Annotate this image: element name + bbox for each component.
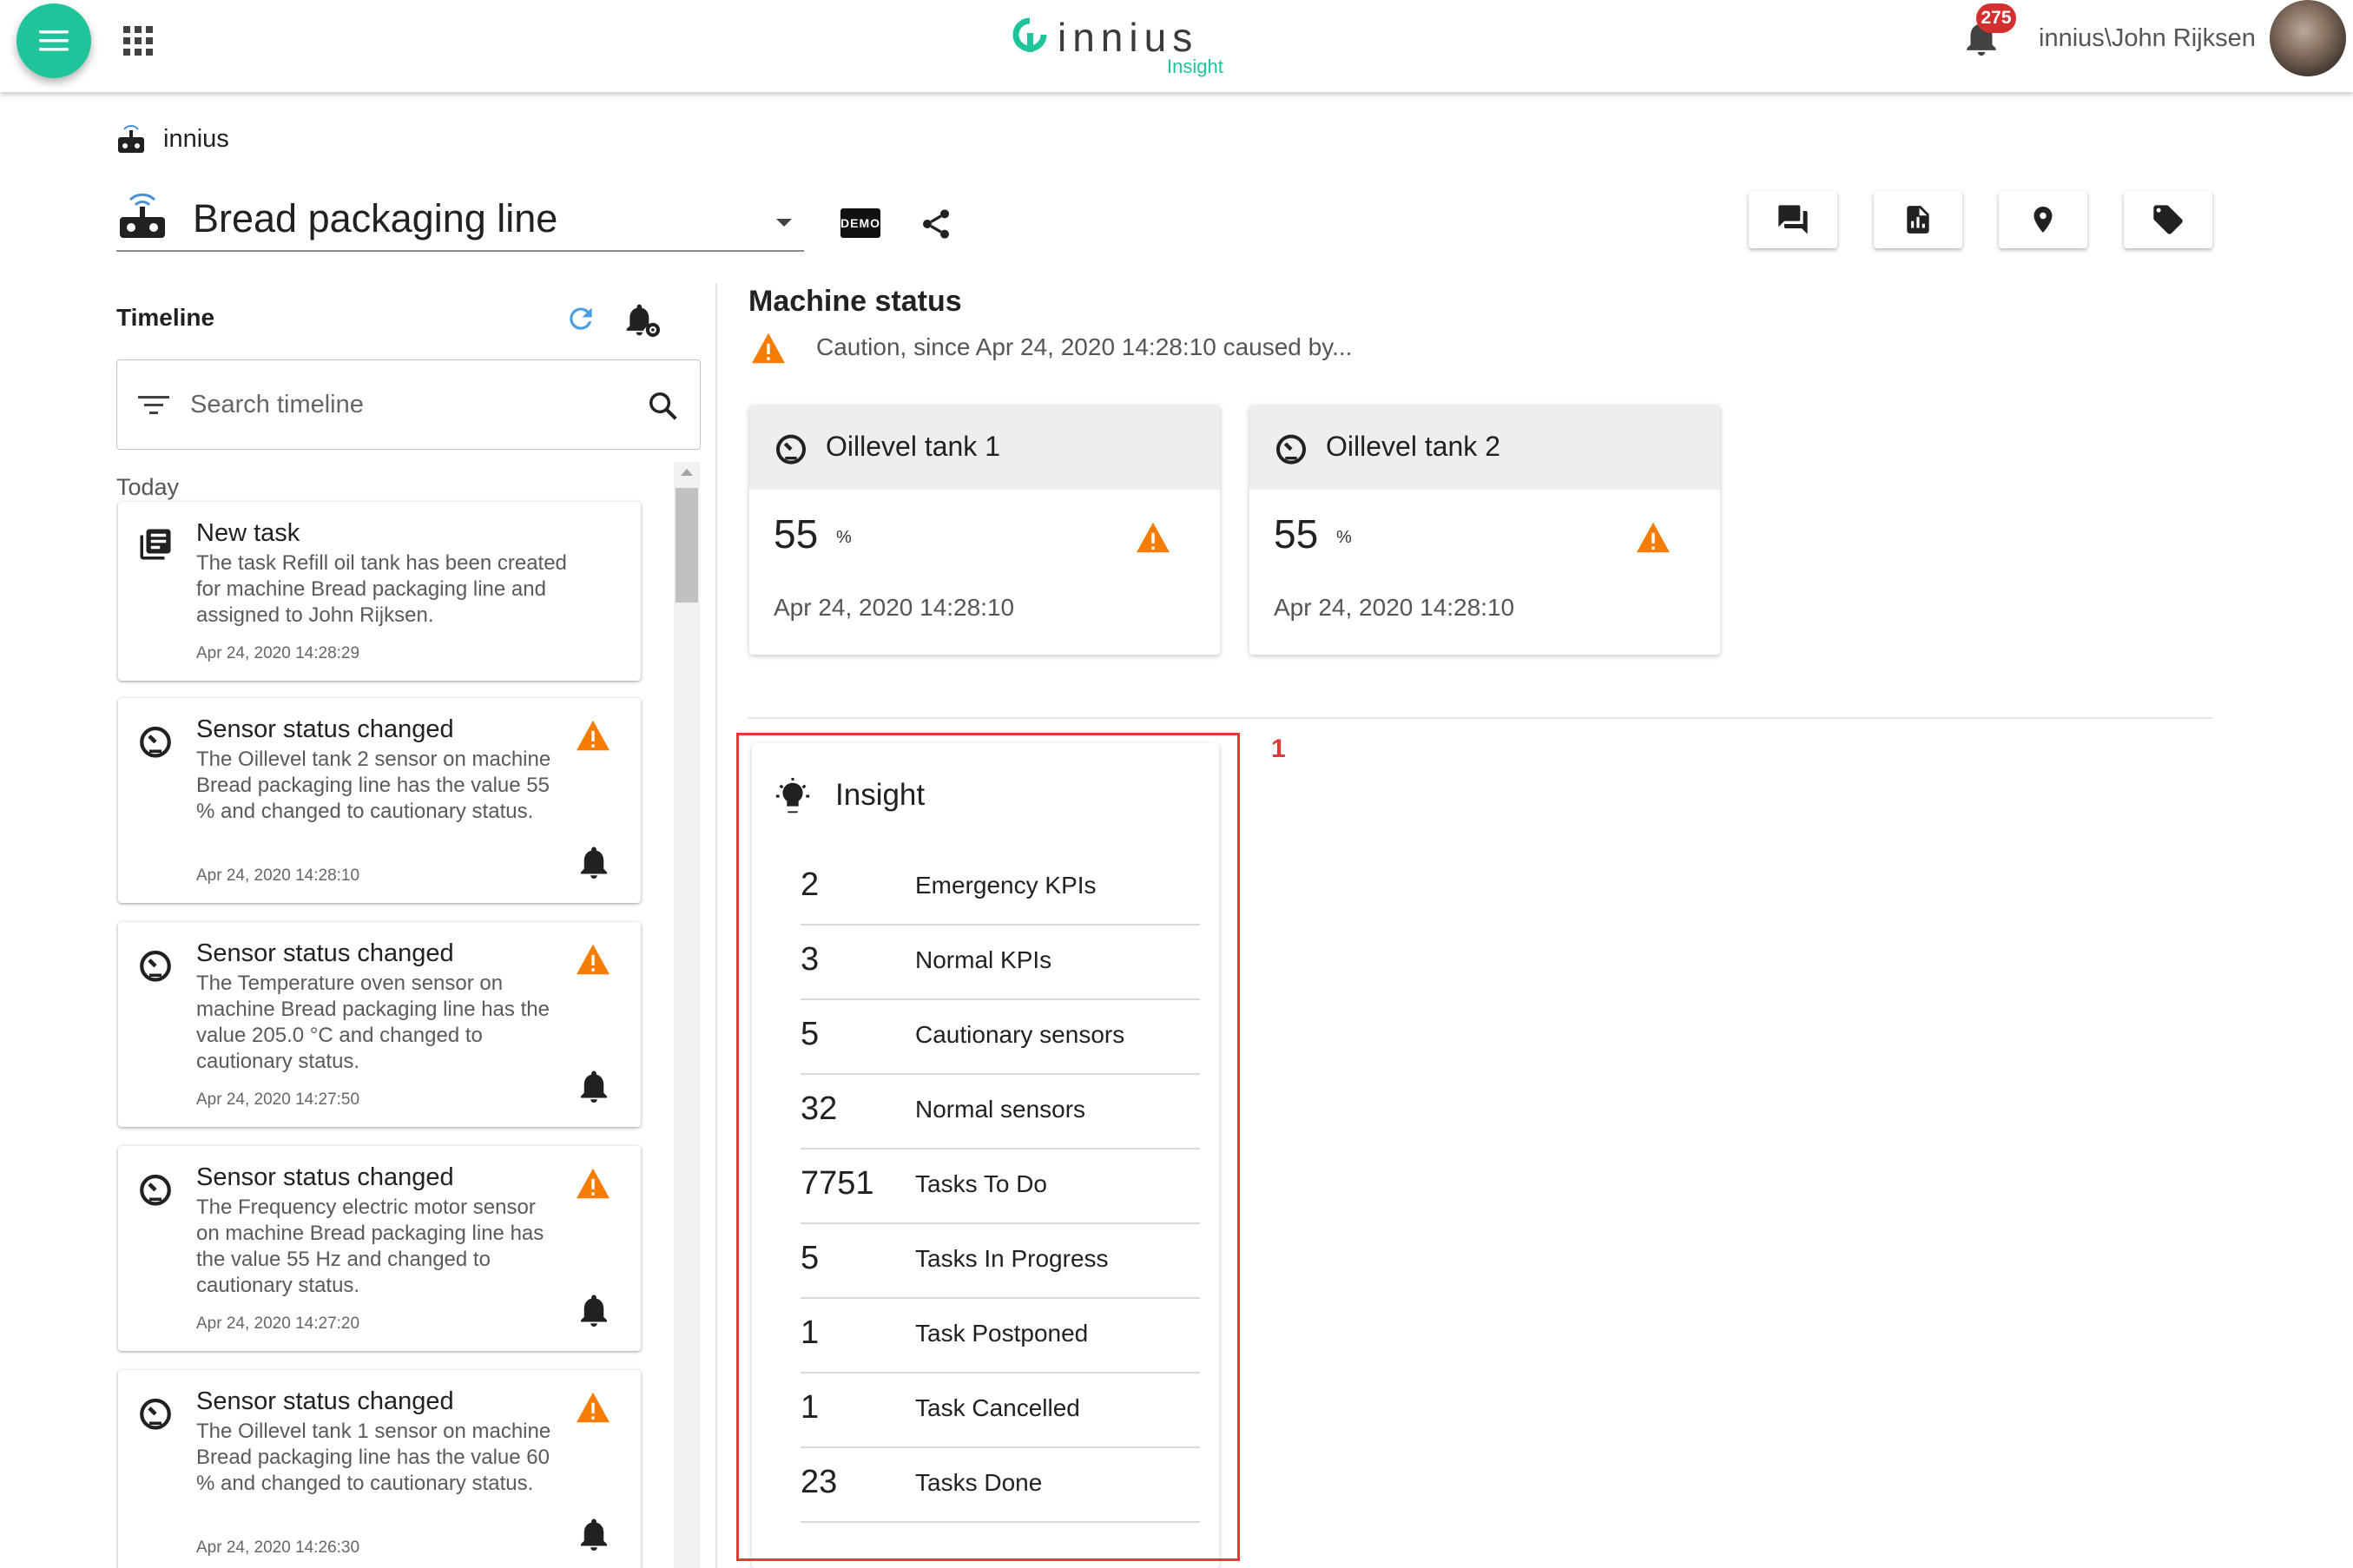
timeline-title: Timeline: [116, 304, 215, 331]
scrollbar-thumb[interactable]: [676, 488, 698, 603]
scroll-up-arrow-icon[interactable]: [681, 469, 693, 476]
timeline-item[interactable]: Sensor status changed The Frequency elec…: [118, 1146, 641, 1351]
timeline-item-title: Sensor status changed: [196, 1163, 454, 1191]
timeline-scrollbar[interactable]: [674, 462, 700, 1568]
machine-icon: [120, 193, 165, 238]
machine-selector[interactable]: Bread packaging line: [116, 186, 804, 252]
sensor-card[interactable]: Oillevel tank 1 55 % Apr 24, 2020 14:28:…: [749, 405, 1220, 655]
sensor-card[interactable]: Oillevel tank 2 55 % Apr 24, 2020 14:28:…: [1249, 405, 1720, 655]
sensor-name: Oillevel tank 2: [1326, 431, 1500, 462]
timeline-item-text: The Oillevel tank 1 sensor on machine Br…: [196, 1420, 551, 1495]
search-input[interactable]: [190, 383, 607, 426]
notification-settings-icon[interactable]: [623, 300, 662, 339]
timeline-item-text: The Frequency electric motor sensor on m…: [196, 1196, 544, 1297]
report-file-icon: [1907, 206, 1929, 234]
gauge-icon: [776, 434, 806, 464]
app-logo: innius Insight: [1012, 12, 1238, 77]
menu-icon: [39, 30, 69, 51]
timeline-item-title: New task: [196, 519, 300, 547]
chat-button[interactable]: [1749, 191, 1837, 248]
chat-icon: [1778, 205, 1808, 234]
sensor-name: Oillevel tank 1: [826, 431, 1000, 462]
sensor-unit: %: [1336, 528, 1352, 547]
timeline-item-time: Apr 24, 2020 14:27:20: [196, 1314, 360, 1333]
timeline-item-time: Apr 24, 2020 14:28:29: [196, 644, 360, 662]
dropdown-caret-icon[interactable]: [776, 219, 792, 227]
warning-icon: [752, 333, 785, 364]
menu-button[interactable]: [16, 3, 91, 78]
sensor-time: Apr 24, 2020 14:28:10: [1274, 594, 1515, 621]
section-divider: [748, 717, 2212, 719]
timeline-item-title: Sensor status changed: [196, 1387, 454, 1415]
sensor-unit: %: [836, 528, 852, 547]
share-icon[interactable]: [919, 207, 953, 241]
timeline-item-title: Sensor status changed: [196, 715, 454, 743]
timeline-item[interactable]: Sensor status changed The Oillevel tank …: [118, 698, 641, 903]
tags-button[interactable]: [2124, 191, 2212, 248]
bell-icon[interactable]: [578, 1070, 610, 1104]
warning-icon: [577, 720, 610, 751]
warning-icon: [577, 1168, 610, 1199]
bell-icon[interactable]: [578, 846, 610, 880]
gauge-icon: [140, 1174, 171, 1206]
demo-icon[interactable]: DEMO: [840, 208, 880, 238]
bell-icon[interactable]: [578, 1518, 610, 1552]
timeline-item[interactable]: New task The task Refill oil tank has be…: [118, 502, 641, 681]
timeline-item-time: Apr 24, 2020 14:26:30: [196, 1538, 360, 1557]
logo-subtitle: Insight: [1167, 56, 1223, 77]
user-name[interactable]: innius\John Rijksen: [2039, 24, 2256, 53]
gauge-icon: [140, 726, 171, 758]
refresh-icon[interactable]: [564, 302, 597, 335]
warning-icon: [1637, 522, 1670, 553]
gauge-icon: [1276, 434, 1306, 464]
timeline-item-text: The Oillevel tank 2 sensor on machine Br…: [196, 748, 551, 823]
timeline-group-label: Today: [116, 474, 180, 500]
report-button[interactable]: [1874, 191, 1962, 248]
logo-wordmark: innius: [1058, 15, 1199, 60]
timeline-item-text: The Temperature oven sensor on machine B…: [196, 972, 550, 1073]
machine-breadcrumb-icon: [118, 125, 144, 153]
column-divider: [715, 283, 717, 1568]
timeline-item-text: The task Refill oil tank has been create…: [196, 551, 567, 627]
annotation-number: 1: [1271, 735, 1286, 763]
timeline-item[interactable]: Sensor status changed The Temperature ov…: [118, 922, 641, 1127]
timeline-item-title: Sensor status changed: [196, 939, 454, 967]
annotation-highlight-box: [736, 733, 1240, 1561]
tag-icon: [2153, 205, 2183, 234]
gauge-icon: [140, 1398, 171, 1430]
warning-icon: [577, 944, 610, 975]
search-icon[interactable]: [647, 390, 680, 423]
top-app-bar: innius Insight 275 innius\John Rijksen: [0, 0, 2353, 92]
warning-icon: [1137, 522, 1170, 553]
sensor-value: 55: [1274, 511, 1319, 557]
bell-icon[interactable]: [578, 1294, 610, 1328]
gauge-icon: [140, 950, 171, 982]
sensor-time: Apr 24, 2020 14:28:10: [774, 594, 1015, 621]
machine-status-text: Caution, since Apr 24, 2020 14:28:10 cau…: [816, 333, 1353, 360]
logo-mark-icon: [1012, 17, 1047, 52]
timeline-item-time: Apr 24, 2020 14:28:10: [196, 866, 360, 885]
location-button[interactable]: [1999, 191, 2087, 248]
notification-count-badge[interactable]: 275: [1976, 3, 2016, 33]
location-pin-icon: [2033, 207, 2053, 233]
filter-icon[interactable]: [138, 393, 169, 418]
breadcrumb[interactable]: innius: [163, 125, 229, 154]
timeline-search: [116, 359, 701, 450]
machine-status-title: Machine status: [748, 285, 962, 318]
apps-grid-icon[interactable]: [123, 26, 153, 56]
task-icon: [140, 529, 171, 560]
timeline-item[interactable]: Sensor status changed The Oillevel tank …: [118, 1370, 641, 1568]
user-avatar[interactable]: [2270, 0, 2346, 76]
warning-icon: [577, 1392, 610, 1423]
timeline-item-time: Apr 24, 2020 14:27:50: [196, 1090, 360, 1109]
machine-name: Bread packaging line: [193, 196, 558, 240]
sensor-value: 55: [774, 511, 819, 557]
